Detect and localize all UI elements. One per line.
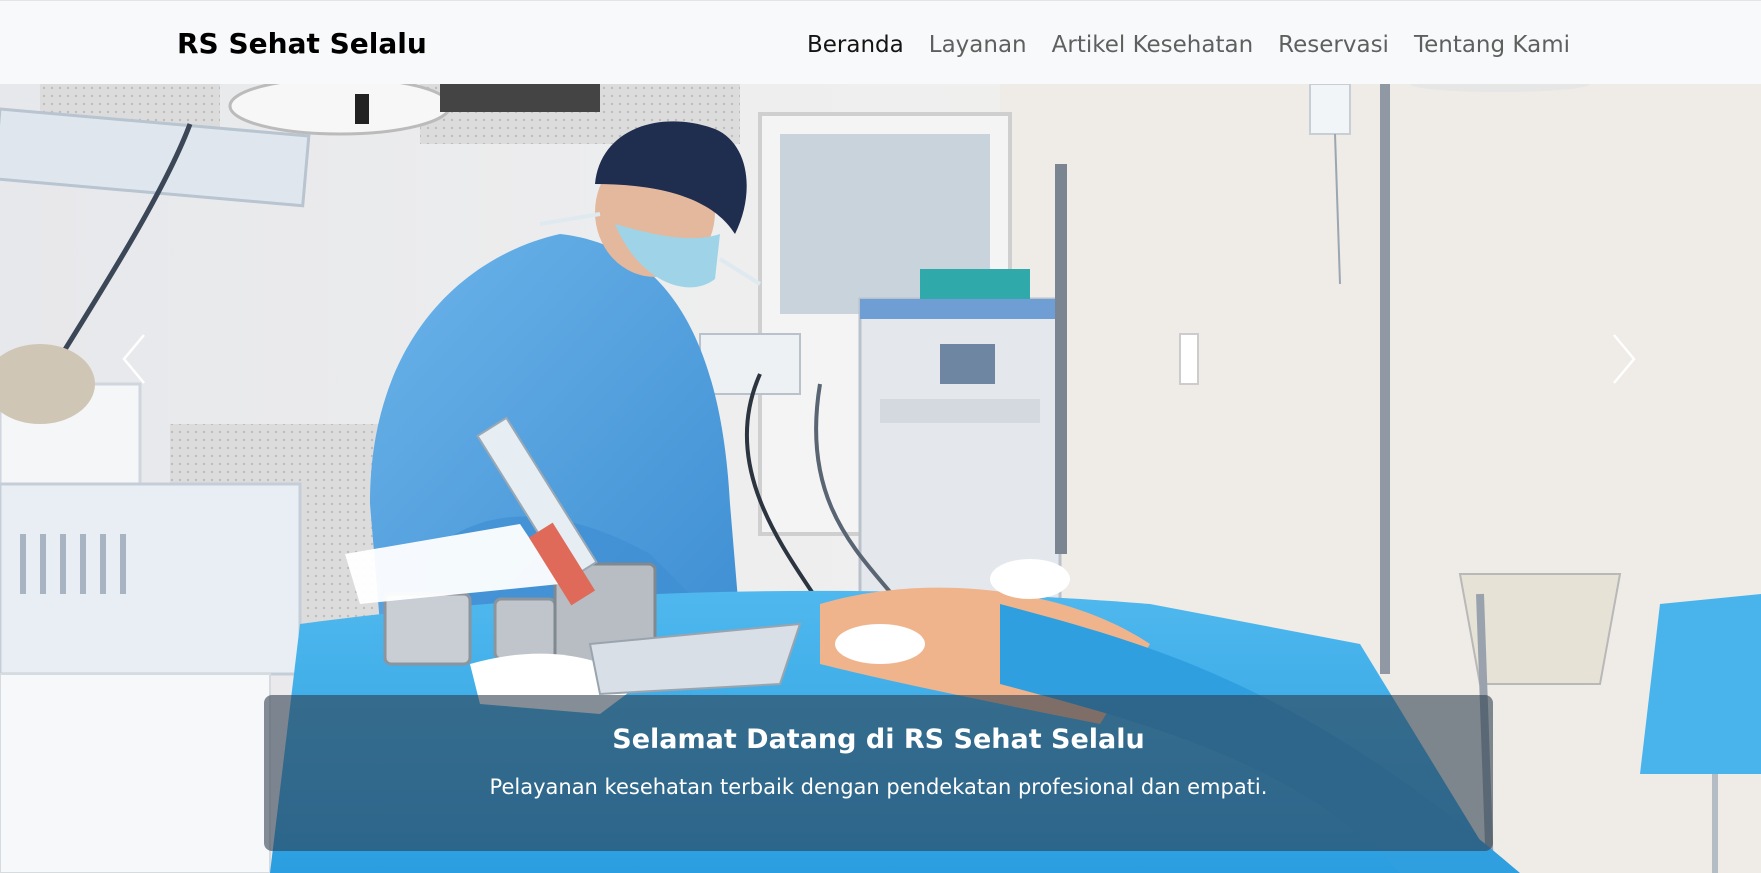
- navbar: RS Sehat Selalu Beranda Layanan Artikel …: [0, 0, 1761, 84]
- carousel-prev-button[interactable]: [114, 329, 154, 389]
- caption-text: Pelayanan kesehatan terbaik dengan pende…: [489, 775, 1268, 799]
- chevron-left-icon: [122, 334, 145, 384]
- nav-item-layanan[interactable]: Layanan: [929, 30, 1027, 60]
- caption-title: Selamat Datang di RS Sehat Selalu: [612, 724, 1145, 755]
- nav-item-tentang-kami[interactable]: Tentang Kami: [1414, 30, 1570, 60]
- nav-item-reservasi[interactable]: Reservasi: [1278, 30, 1389, 60]
- nav-links: Beranda Layanan Artikel Kesehatan Reserv…: [807, 30, 1570, 60]
- brand-logo[interactable]: RS Sehat Selalu: [177, 26, 427, 62]
- carousel-caption: Selamat Datang di RS Sehat Selalu Pelaya…: [264, 695, 1493, 851]
- nav-item-artikel-kesehatan[interactable]: Artikel Kesehatan: [1052, 30, 1254, 60]
- hero-carousel: Selamat Datang di RS Sehat Selalu Pelaya…: [0, 84, 1761, 873]
- carousel-next-button[interactable]: [1604, 329, 1644, 389]
- chevron-right-icon: [1613, 334, 1636, 384]
- nav-item-beranda[interactable]: Beranda: [807, 30, 904, 60]
